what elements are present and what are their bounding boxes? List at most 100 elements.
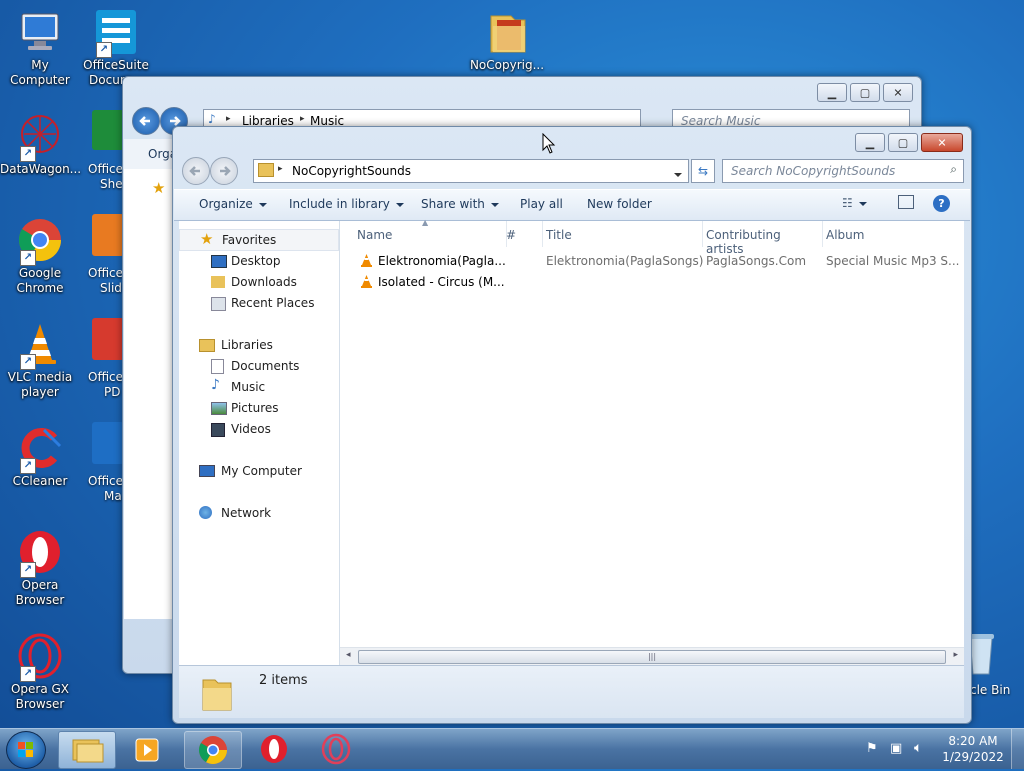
breadcrumb-nocopyrightsounds[interactable]: NoCopyrightSounds <box>292 164 411 178</box>
nav-downloads[interactable]: Downloads <box>179 272 339 292</box>
nav-network[interactable]: Network <box>179 503 339 523</box>
taskbar: ⚑ ▣ 🔈︎ 8:20 AM 1/29/2022 <box>0 728 1024 769</box>
column-header-album[interactable]: Album <box>822 221 964 247</box>
chevron-down-icon <box>858 201 867 206</box>
desktop-icon-label: My Computer <box>10 58 70 87</box>
taskbar-explorer-button[interactable] <box>58 731 116 769</box>
action-center-flag-icon[interactable]: ⚑ <box>866 741 878 756</box>
file-row[interactable]: Elektronomia(Pagla... Elektronomia(Pagla… <box>340 251 964 271</box>
nav-videos[interactable]: Videos <box>179 419 339 439</box>
folder-icon <box>199 674 235 715</box>
horizontal-scrollbar[interactable]: ◂ ||| ▸ <box>340 647 964 665</box>
desktop-icon-my-computer[interactable]: My Computer <box>0 8 80 88</box>
shortcut-arrow-icon: ↗ <box>20 562 36 578</box>
taskbar-chrome-button[interactable] <box>184 731 242 769</box>
desktop-icon <box>211 255 227 268</box>
search-placeholder: Search NoCopyrightSounds <box>731 164 896 178</box>
nav-pictures[interactable]: Pictures <box>179 398 339 418</box>
desktop-icon-nocopyright-folder[interactable]: NoCopyrig... <box>466 8 548 73</box>
pictures-icon <box>211 402 227 415</box>
column-header-number[interactable]: # <box>506 221 543 247</box>
share-with-button[interactable]: Share with <box>421 197 499 211</box>
desktop-icon-opera-gx[interactable]: ↗ Opera GX Browser <box>0 632 80 712</box>
file-title: Elektronomia(PaglaSongs) <box>546 254 704 268</box>
desktop-icon-office-mail-partial[interactable] <box>92 422 124 464</box>
include-in-library-button[interactable]: Include in library <box>289 197 404 211</box>
desktop-icon-ccleaner[interactable]: ↗ CCleaner <box>0 424 80 489</box>
window-controls: ▁ ▢ ✕ <box>852 133 963 152</box>
nav-desktop[interactable]: Desktop <box>179 251 339 271</box>
column-label: Album <box>826 228 865 242</box>
star-icon: ★ <box>152 179 166 197</box>
desktop-icon-label: NoCopyrig... <box>469 58 545 72</box>
chevron-down-icon <box>490 202 499 207</box>
datawagon-icon: ↗ <box>16 112 64 162</box>
file-row[interactable]: Isolated - Circus (M... <box>340 272 964 292</box>
close-icon: ✕ <box>937 136 947 149</box>
nav-documents[interactable]: Documents <box>179 356 339 376</box>
back-button[interactable] <box>182 157 210 185</box>
minimize-button[interactable]: ▁ <box>817 83 847 102</box>
shortcut-arrow-icon: ↗ <box>20 666 36 682</box>
chevron-down-icon <box>395 202 404 207</box>
taskbar-opera-button[interactable] <box>246 731 302 767</box>
help-icon[interactable]: ? <box>933 195 950 212</box>
scrollbar-thumb[interactable]: ||| <box>358 650 946 664</box>
nav-libraries[interactable]: Libraries <box>179 335 339 355</box>
volume-icon[interactable]: 🔈︎ <box>914 740 922 756</box>
network-status-icon[interactable]: ▣ <box>890 741 902 756</box>
explorer-window-nocopyrightsounds[interactable]: ▁ ▢ ✕ ▸ NoCopyrightSounds ⇆ Search NoCop… <box>172 126 972 724</box>
chevron-right-icon: ▸ <box>278 164 283 174</box>
play-all-button[interactable]: Play all <box>520 197 563 211</box>
address-bar[interactable]: ▸ NoCopyrightSounds <box>253 159 689 183</box>
back-button[interactable] <box>132 107 160 135</box>
videos-icon <box>211 423 225 437</box>
desktop-icon-office-pdf-partial[interactable] <box>92 318 124 360</box>
minimize-icon: ▁ <box>827 86 837 99</box>
desktop-icon-datawagon[interactable]: ↗ DataWagon... <box>0 112 81 177</box>
refresh-button[interactable]: ⇆ <box>691 159 715 183</box>
new-folder-button[interactable]: New folder <box>587 197 652 211</box>
window-controls: ▁ ▢ ✕ <box>814 83 913 102</box>
search-input[interactable]: Search NoCopyrightSounds ⌕ <box>722 159 964 183</box>
desktop-icon-opera[interactable]: ↗ Opera Browser <box>0 528 80 608</box>
close-button[interactable]: ✕ <box>883 83 913 102</box>
column-header-contributing-artists[interactable]: Contributing artists <box>702 221 823 256</box>
taskbar-opera-gx-button[interactable] <box>308 731 364 767</box>
forward-button[interactable] <box>210 157 238 185</box>
change-view-button[interactable]: ☷ <box>842 196 867 210</box>
desktop-icon-vlc[interactable]: ↗ VLC media player <box>0 320 80 400</box>
clock[interactable]: 8:20 AM 1/29/2022 <box>940 733 1006 765</box>
show-desktop-button[interactable] <box>1011 729 1024 769</box>
maximize-button[interactable]: ▢ <box>850 83 880 102</box>
start-button[interactable] <box>6 731 46 769</box>
desktop-icon-office-sheets-partial[interactable] <box>92 110 124 150</box>
vlc-file-icon <box>360 274 373 292</box>
taskbar-media-player-button[interactable] <box>120 731 176 767</box>
nav-favorites[interactable]: ★ Favorites <box>179 229 339 251</box>
partial-label: Office <box>88 266 124 280</box>
desktop-icon-office-slides-partial[interactable] <box>92 214 124 256</box>
maximize-button[interactable]: ▢ <box>888 133 918 152</box>
ccleaner-icon: ↗ <box>16 424 64 474</box>
column-header-name[interactable]: Name ▲ <box>340 218 507 247</box>
address-dropdown-icon[interactable] <box>674 167 682 181</box>
nav-recent-places[interactable]: Recent Places <box>179 293 339 313</box>
column-label: # <box>506 228 517 242</box>
preview-pane-button[interactable] <box>898 195 914 209</box>
nav-my-computer[interactable]: My Computer <box>179 461 339 481</box>
desktop-icon-label: VLC media player <box>7 370 73 399</box>
column-header-title[interactable]: Title <box>542 221 703 247</box>
scroll-left-icon[interactable]: ◂ <box>346 650 351 660</box>
organize-button[interactable]: Organize <box>199 197 267 211</box>
recycle-bin-label: cle Bin <box>970 683 1011 697</box>
nav-music[interactable]: ♪ Music <box>179 377 339 397</box>
file-artist: PaglaSongs.Com <box>706 254 807 268</box>
minimize-button[interactable]: ▁ <box>855 133 885 152</box>
navigation-pane: ★ <box>124 169 176 619</box>
scroll-right-icon[interactable]: ▸ <box>953 650 958 660</box>
close-button[interactable]: ✕ <box>921 133 963 152</box>
nav-label: Libraries <box>221 338 273 352</box>
desktop-icon-google-chrome[interactable]: ↗ Google Chrome <box>0 216 80 296</box>
opera-gx-icon <box>321 733 351 765</box>
